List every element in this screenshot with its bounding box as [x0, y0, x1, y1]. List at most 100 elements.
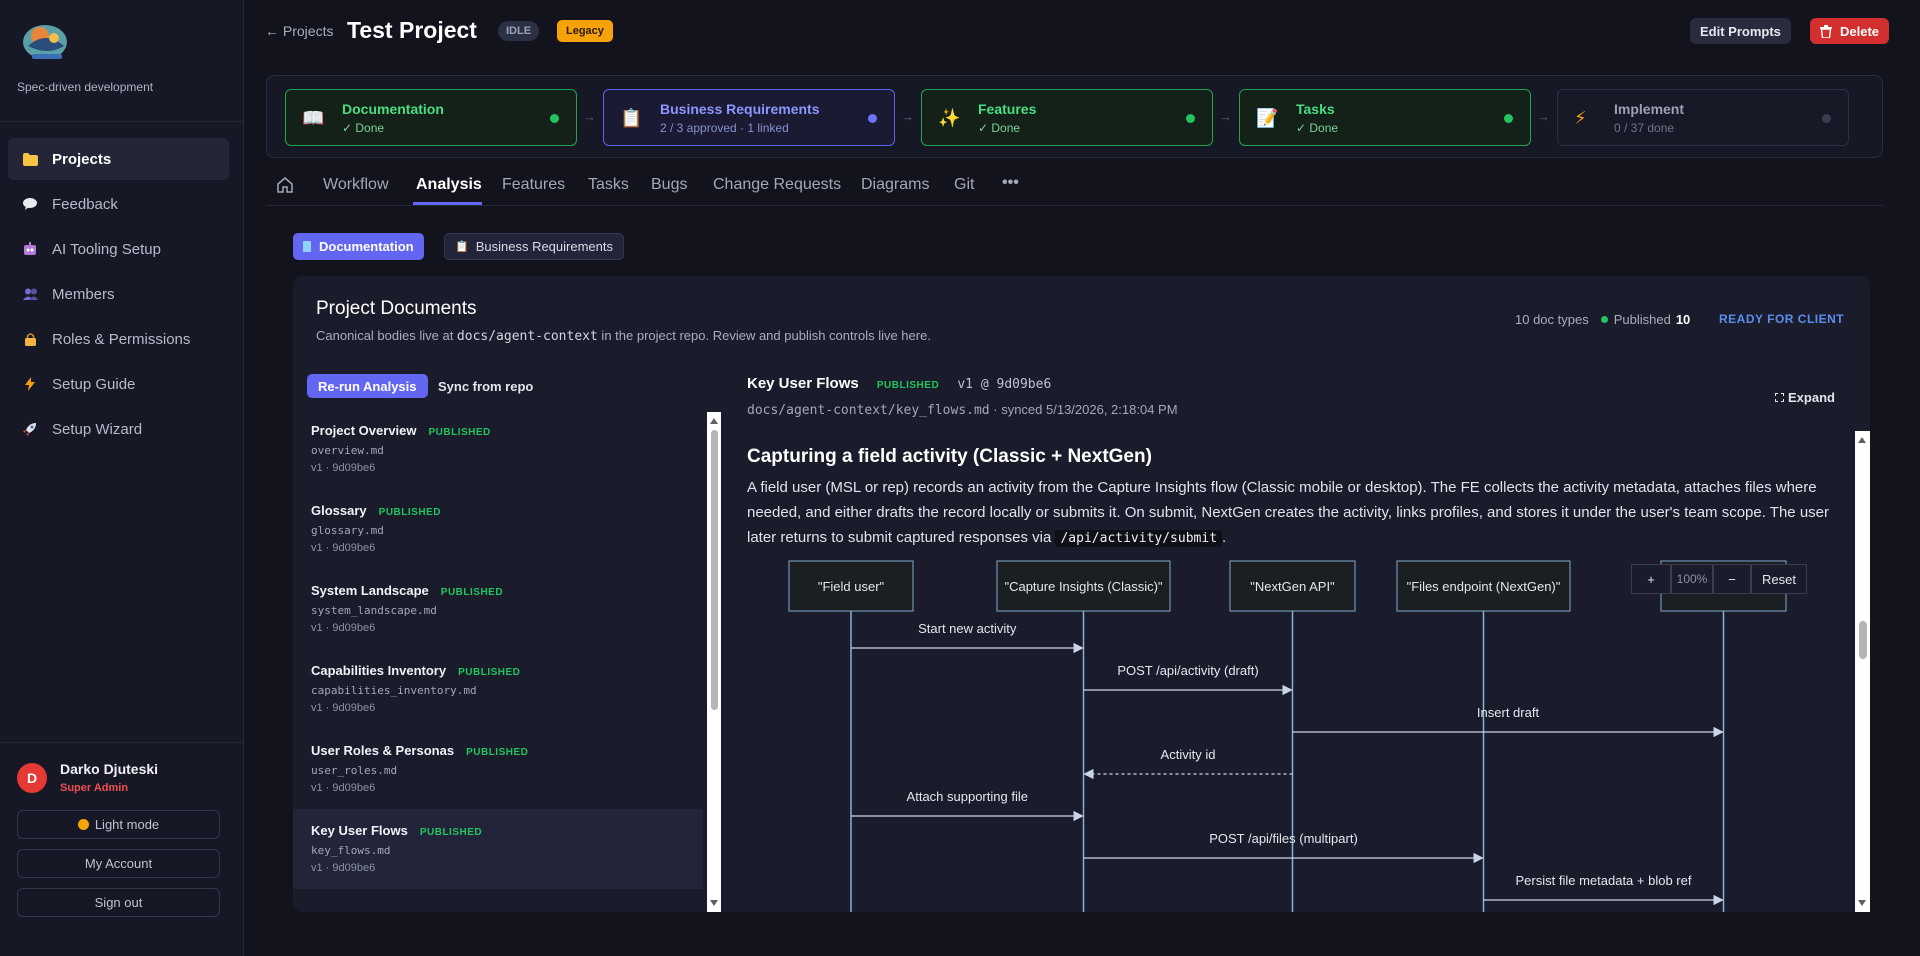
content-heading: Capturing a field activity (Classic + Ne… — [747, 446, 1152, 467]
doc-stats: 10 doc types Published 10 — [1515, 312, 1690, 327]
sidebar-item-label: AI Tooling Setup — [52, 240, 161, 258]
stage-tasks[interactable]: 📝 Tasks ✓ Done — [1239, 89, 1531, 146]
scroll-thumb[interactable] — [1859, 621, 1867, 659]
tab-workflow[interactable]: Workflow — [323, 176, 389, 194]
sign-out-button[interactable]: Sign out — [17, 888, 220, 917]
list-item[interactable]: Glossary PUBLISHED glossary.md v1 · 9d09b… — [293, 489, 703, 569]
more-tabs-icon[interactable]: ••• — [1002, 174, 1019, 192]
sidebar-item-roles-permissions[interactable]: Roles & Permissions — [8, 318, 229, 360]
back-to-projects-link[interactable]: ← Projects — [265, 23, 333, 39]
sidebar-item-projects[interactable]: Projects — [8, 138, 229, 180]
scroll-up-icon[interactable] — [710, 418, 718, 424]
robot-icon — [22, 241, 38, 257]
sidebar-item-setup-wizard[interactable]: Setup Wizard — [8, 408, 229, 450]
expand-button[interactable]: Expand — [1775, 390, 1835, 405]
tab-features[interactable]: Features — [502, 176, 565, 194]
page-title: Test Project — [347, 17, 477, 43]
arrow-icon: → — [1537, 109, 1550, 124]
sidebar-item-feedback[interactable]: Feedback — [8, 183, 229, 225]
doc-status: PUBLISHED — [419, 827, 483, 838]
subtab-label: Documentation — [319, 239, 414, 254]
doc-version: v1 · 9d09be6 — [311, 862, 376, 874]
app-logo[interactable] — [18, 16, 76, 64]
doc-file: user_roles.md — [311, 764, 398, 777]
rerun-analysis-button[interactable]: Re-run Analysis — [307, 374, 428, 398]
sidebar-item-setup-guide[interactable]: Setup Guide — [8, 363, 229, 405]
stage-implement[interactable]: ⚡ Implement 0 / 37 done — [1557, 89, 1849, 146]
para-code: /api/activity/submit — [1055, 530, 1223, 547]
tab-bugs[interactable]: Bugs — [651, 176, 687, 194]
sidebar-item-ai-tooling-setup[interactable]: AI Tooling Setup — [8, 228, 229, 270]
published-count: 10 — [1675, 312, 1691, 327]
viewer-status: PUBLISHED — [876, 380, 940, 391]
message-label: Activity id — [1161, 747, 1216, 762]
sun-icon — [77, 819, 89, 830]
stage-features[interactable]: ✨ Features ✓ Done — [921, 89, 1213, 146]
stage-documentation[interactable]: 📖 Documentation ✓ Done — [285, 89, 577, 146]
stage-dot — [1186, 114, 1195, 123]
list-item[interactable]: User Roles & Personas PUBLISHED user_role… — [293, 729, 703, 809]
sidebar-item-label: Setup Wizard — [52, 420, 143, 438]
clipboard-icon: 📋 — [455, 241, 469, 253]
subtab-business-requirements[interactable]: 📋 Business Requirements — [444, 233, 624, 260]
list-item[interactable]: Project Overview PUBLISHED overview.md v1… — [293, 409, 703, 489]
desc-prefix: Canonical bodies live at — [316, 328, 457, 343]
sparkles-icon: ✨ — [938, 108, 961, 128]
tab-change-requests[interactable]: Change Requests — [713, 176, 841, 194]
stage-title: Tasks — [1296, 101, 1335, 117]
scroll-thumb[interactable] — [711, 430, 718, 710]
delete-button[interactable]: Delete — [1810, 18, 1890, 44]
book-icon — [303, 241, 311, 252]
participant-box: "Field user" — [788, 560, 914, 612]
zoom-out-button[interactable]: − — [1713, 564, 1751, 594]
content-paragraph: A field user (MSL or rep) records an act… — [747, 475, 1832, 551]
panel-description: Canonical bodies live at docs/agent-cont… — [316, 328, 931, 344]
sync-from-repo-button[interactable]: Sync from repo — [426, 374, 545, 398]
published-dot — [1600, 316, 1608, 323]
stage-dot — [1504, 114, 1513, 123]
scroll-up-icon[interactable] — [1858, 437, 1866, 443]
arrow-icon: → — [901, 109, 914, 124]
document-list: Project Overview PUBLISHED overview.md v1… — [293, 409, 713, 912]
stage-title: Business Requirements — [660, 101, 820, 117]
doc-version: v1 · 9d09be6 — [311, 782, 376, 794]
doc-name: Key User Flows — [311, 823, 408, 838]
list-item[interactable]: Capabilities Inventory PUBLISHED capabili… — [293, 649, 703, 729]
doc-name: User Roles & Personas — [311, 743, 455, 758]
expand-label: Expand — [1788, 390, 1835, 405]
rocket-icon — [22, 421, 38, 437]
tab-tasks[interactable]: Tasks — [588, 176, 629, 194]
content-scrollbar[interactable] — [1855, 431, 1870, 912]
stage-business-requirements[interactable]: 📋 Business Requirements 2 / 3 approved ·… — [603, 89, 895, 146]
ready-for-client-label[interactable]: READY FOR CLIENT — [1719, 312, 1844, 326]
list-item[interactable]: System Landscape PUBLISHED system_landsca… — [293, 569, 703, 649]
zoom-in-button[interactable]: + — [1631, 564, 1671, 594]
tab-git[interactable]: Git — [954, 176, 974, 194]
scroll-down-icon[interactable] — [1858, 900, 1866, 906]
sidebar-item-members[interactable]: Members — [8, 273, 229, 315]
tab-diagrams[interactable]: Diagrams — [861, 176, 929, 194]
document-list-scrollbar[interactable] — [707, 412, 721, 912]
reset-zoom-button[interactable]: Reset — [1751, 564, 1807, 594]
participant-box: "Capture Insights (Classic)" — [996, 560, 1171, 612]
expand-icon — [1775, 393, 1784, 402]
avatar[interactable]: D — [17, 763, 47, 793]
light-mode-label: Light mode — [94, 817, 160, 832]
stage-dot — [868, 114, 877, 123]
legacy-badge: Legacy — [557, 20, 613, 42]
list-item[interactable]: Key User Flows PUBLISHED key_flows.md v1 … — [293, 809, 703, 889]
tab-active-indicator — [413, 202, 482, 205]
clipboard-icon: 📋 — [620, 108, 643, 128]
sidebar-item-label: Projects — [52, 150, 112, 168]
tab-analysis[interactable]: Analysis — [416, 176, 482, 194]
edit-prompts-button[interactable]: Edit Prompts — [1690, 18, 1791, 44]
my-account-button[interactable]: My Account — [17, 849, 220, 878]
home-icon[interactable] — [276, 176, 294, 199]
viewer-synced: · synced 5/13/2026, 2:18:04 PM — [989, 402, 1178, 417]
arrow-icon: → — [583, 109, 596, 124]
subtab-documentation[interactable]: Documentation — [293, 233, 424, 260]
light-mode-button[interactable]: Light mode — [17, 810, 220, 839]
scroll-down-icon[interactable] — [710, 900, 718, 906]
stage-title: Documentation — [342, 101, 444, 117]
sequence-diagram: "Field user" "Capture Insights (Classic)"… — [788, 560, 1787, 912]
